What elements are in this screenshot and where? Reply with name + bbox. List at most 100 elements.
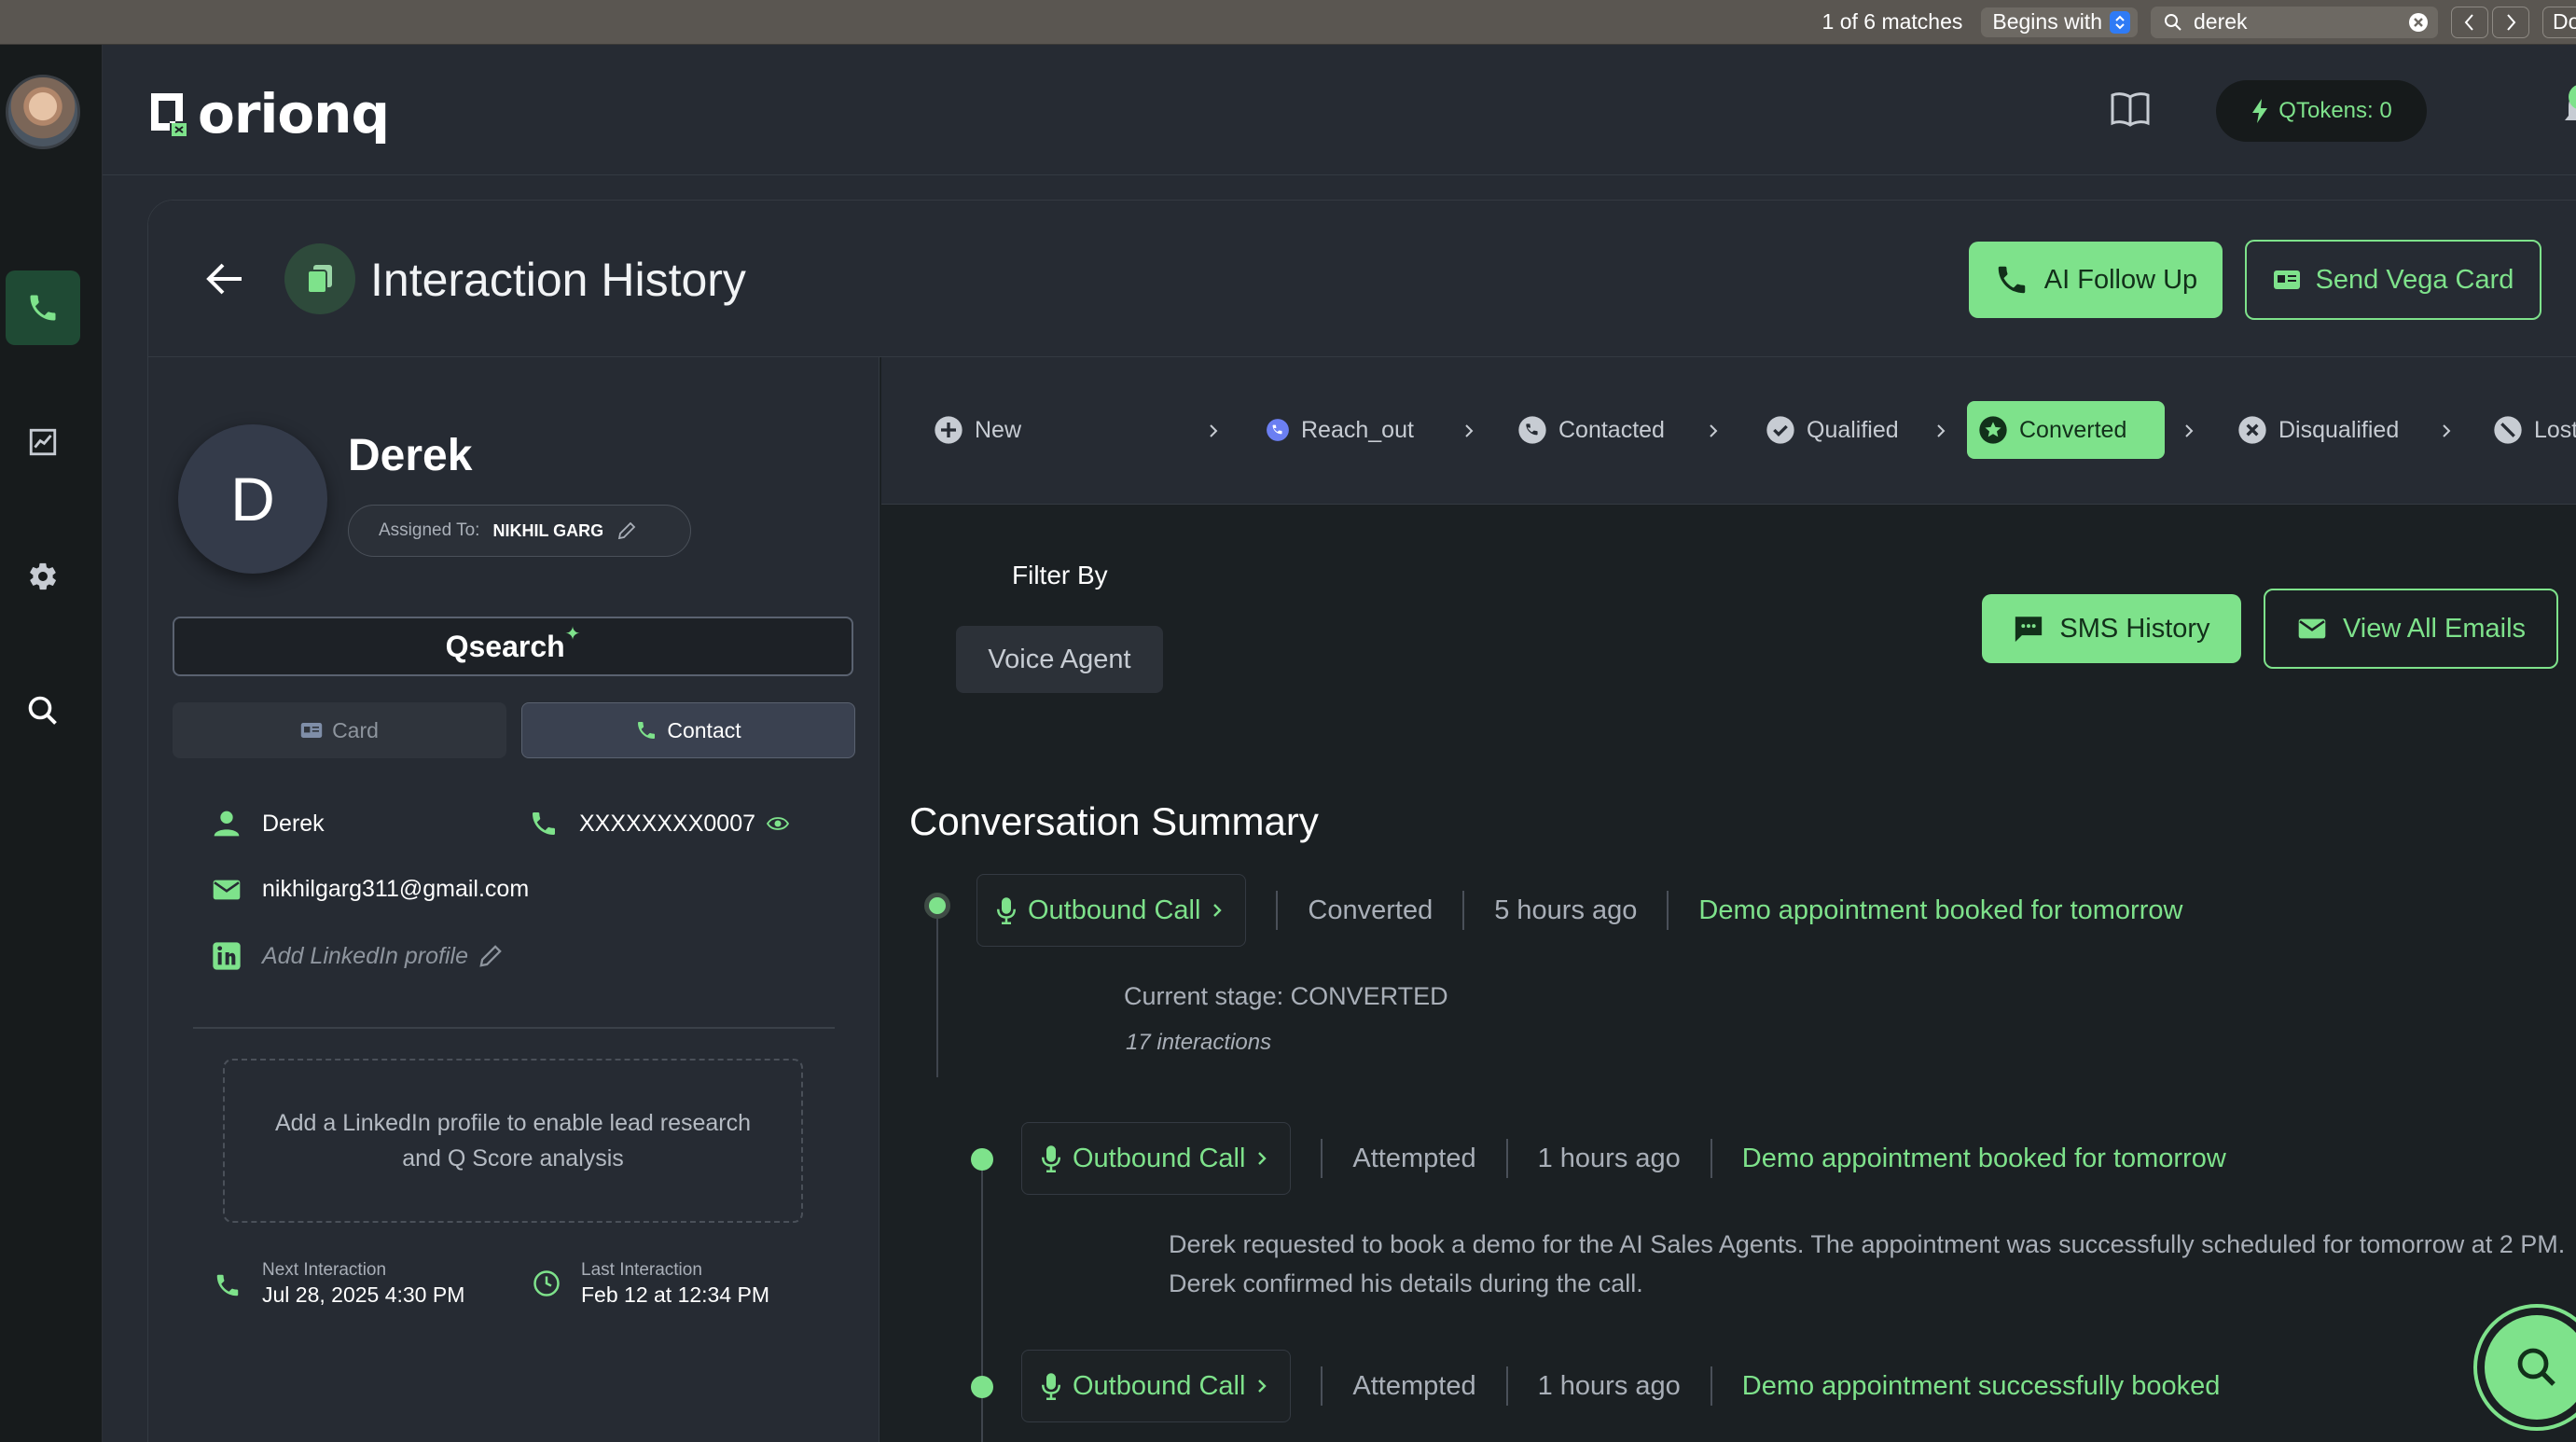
docs-book-icon[interactable]	[2110, 90, 2151, 127]
chevron-right-icon	[1465, 424, 1474, 437]
linkedin-row[interactable]: Add LinkedIn profile	[212, 941, 504, 971]
clear-icon[interactable]	[2408, 12, 2429, 33]
assigned-value: NIKHIL GARG	[492, 520, 604, 540]
view-all-emails-button[interactable]: View All Emails	[2264, 589, 2558, 669]
sms-history-label: SMS History	[2059, 613, 2210, 644]
star-circle-icon	[1979, 416, 2007, 444]
send-vega-card-button[interactable]: Send Vega Card	[2245, 240, 2541, 320]
chevron-left-icon	[2464, 13, 2473, 31]
gear-icon	[30, 562, 56, 590]
sidebar	[0, 45, 103, 1442]
ban-circle-icon	[2494, 416, 2522, 444]
last-interaction-value: Feb 12 at 12:34 PM	[581, 1283, 770, 1307]
tab-contact[interactable]: Contact	[521, 702, 855, 758]
user-avatar[interactable]	[6, 75, 80, 149]
outbound-call-chip[interactable]: Outbound Call	[976, 874, 1247, 947]
stage-label: Disqualified	[2278, 416, 2400, 443]
interaction-entry: Outbound Call Attempted 1 hours ago Demo…	[1021, 1122, 2226, 1195]
stage-new[interactable]: New	[922, 401, 1040, 459]
separator	[1710, 1139, 1712, 1178]
filter-voice-agent[interactable]: Voice Agent	[956, 626, 1163, 693]
find-previous-button[interactable]	[2451, 6, 2488, 38]
logo-wordmark: orionq	[198, 82, 390, 146]
find-query: derek	[2194, 9, 2248, 34]
call-type: Outbound Call	[1028, 894, 1201, 925]
sidebar-item-calls[interactable]	[6, 270, 80, 345]
chevron-right-icon	[1710, 424, 1718, 437]
timeline-line	[936, 911, 938, 1077]
separator	[1276, 891, 1279, 930]
call-status: Converted	[1308, 894, 1433, 925]
app-logo[interactable]: orionq	[145, 82, 390, 146]
microphone-icon	[997, 897, 1016, 924]
next-interaction: Next Interaction Jul 28, 2025 4:30 PM	[214, 1260, 464, 1308]
linkedin-icon	[213, 942, 241, 970]
back-button[interactable]	[206, 262, 243, 296]
person-icon	[214, 811, 240, 837]
filter-by-label: Filter By	[1012, 561, 1108, 589]
pencil-icon[interactable]	[616, 520, 637, 541]
phone-circle-icon	[1518, 416, 1546, 444]
qtokens-badge[interactable]: QTokens: 0	[2216, 80, 2427, 142]
phone-circle-icon	[1267, 419, 1289, 441]
find-next-button[interactable]	[2492, 6, 2529, 38]
stage-reach-out[interactable]: Reach_out	[1254, 401, 1433, 459]
lead-details-panel: D Derek Assigned To: NIKHIL GARG Qsearch…	[148, 357, 879, 1442]
interaction-summary-line: Derek requested to book a demo for the A…	[1169, 1230, 2566, 1258]
stage-pipeline: New Reach_out Contacted Qualified Conver…	[881, 357, 2576, 505]
sidebar-item-analytics[interactable]	[6, 405, 80, 479]
lead-avatar: D	[178, 424, 327, 574]
separator	[1710, 1366, 1712, 1406]
id-card-icon	[2273, 270, 2300, 289]
sidebar-item-search[interactable]	[6, 673, 80, 748]
tab-card[interactable]: Card	[173, 702, 506, 758]
sms-history-button[interactable]: SMS History	[1982, 594, 2241, 663]
find-done-button[interactable]: Do	[2542, 6, 2576, 38]
interaction-summary-line: Derek confirmed his details during the c…	[1169, 1269, 1643, 1297]
chevron-right-icon	[1937, 424, 1946, 437]
chevron-right-icon	[1258, 1152, 1267, 1165]
next-interaction-value: Jul 28, 2025 4:30 PM	[262, 1283, 465, 1307]
lightning-icon	[2252, 99, 2268, 123]
microphone-icon	[1042, 1145, 1060, 1172]
call-outcome: Demo appointment successfully booked	[1741, 1370, 2221, 1401]
call-outcome: Demo appointment booked for tomorrow	[1698, 894, 2183, 925]
find-mode-select[interactable]: Begins with	[1981, 7, 2138, 37]
search-icon	[2517, 1348, 2555, 1386]
conversation-summary-title: Conversation Summary	[909, 799, 1319, 843]
chevron-right-icon	[1210, 424, 1218, 437]
stage-disqualified[interactable]: Disqualified	[2226, 401, 2417, 459]
assigned-to-pill[interactable]: Assigned To: NIKHIL GARG	[348, 505, 691, 557]
outbound-call-chip[interactable]: Outbound Call	[1021, 1350, 1292, 1422]
ai-follow-up-button[interactable]: AI Follow Up	[1969, 242, 2223, 318]
qsearch-button[interactable]: Qsearch ✦	[173, 617, 853, 676]
mail-icon	[213, 880, 241, 899]
find-search-input[interactable]: derek	[2151, 6, 2438, 38]
sidebar-item-settings[interactable]	[6, 539, 80, 614]
call-status: Attempted	[1352, 1143, 1476, 1173]
call-status: Attempted	[1352, 1370, 1476, 1401]
pencil-icon[interactable]	[478, 943, 504, 969]
stage-qualified[interactable]: Qualified	[1754, 401, 1918, 459]
phone-icon	[30, 295, 56, 321]
find-mode-label: Begins with	[1992, 9, 2102, 34]
interaction-history-card: Interaction History AI Follow Up Send Ve…	[147, 200, 2576, 1442]
notifications-button[interactable]: 1	[2561, 84, 2576, 129]
eye-icon[interactable]	[767, 815, 790, 832]
stage-contacted[interactable]: Contacted	[1506, 401, 1683, 459]
stage-label: Qualified	[1807, 416, 1899, 443]
chevron-right-icon	[1258, 1380, 1267, 1393]
stage-converted[interactable]: Converted	[1967, 401, 2165, 459]
mail-icon	[2298, 618, 2326, 639]
separator	[1321, 1139, 1323, 1178]
stage-lost[interactable]: Lost	[2482, 401, 2576, 459]
outbound-call-chip[interactable]: Outbound Call	[1021, 1122, 1292, 1195]
tab-contact-label: Contact	[667, 717, 741, 742]
microphone-icon	[1042, 1373, 1060, 1400]
linkedin-placeholder: Add LinkedIn profile	[262, 942, 468, 969]
section-divider	[193, 1027, 835, 1029]
linkedin-hint-box: Add a LinkedIn profile to enable lead re…	[223, 1059, 803, 1223]
chat-icon	[2015, 617, 2043, 643]
filter-chip-label: Voice Agent	[988, 644, 1131, 674]
page-title: Interaction History	[370, 254, 746, 306]
